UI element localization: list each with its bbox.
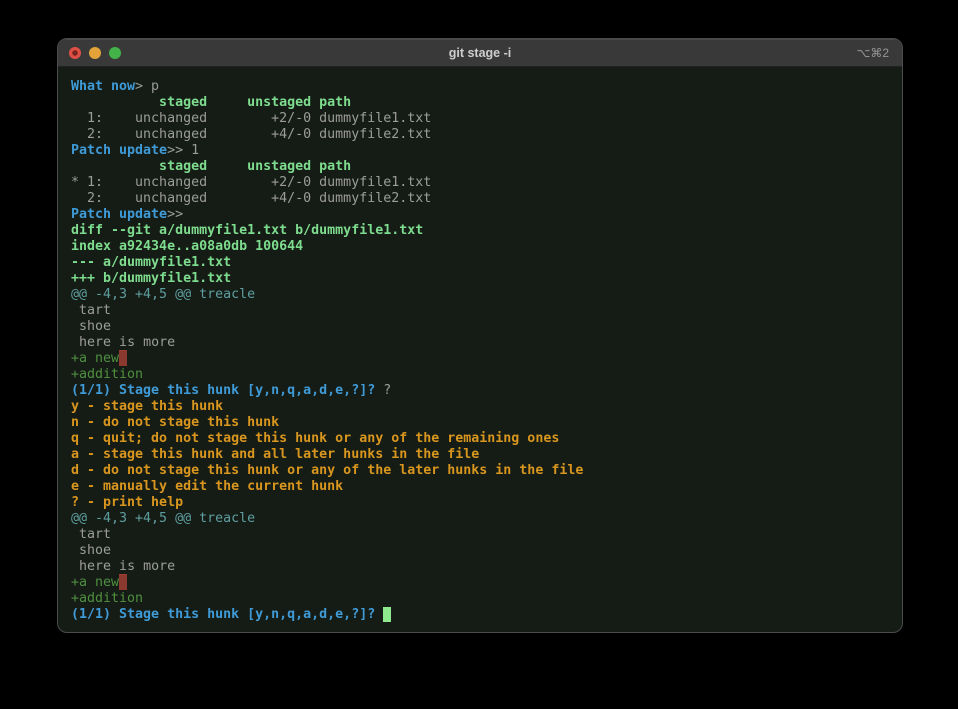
text-segment: ? - print help [71,495,183,510]
text-segment: 1: unchanged +2/-0 dummyfile1.txt [71,111,431,126]
text-segment: tart [71,527,111,542]
terminal-line: Patch update>> 1 [71,143,889,159]
text-segment: n - do not stage this hunk [71,415,279,430]
text-segment: >> [167,207,183,222]
terminal-line: @@ -4,3 +4,5 @@ treacle [71,287,889,303]
text-segment: @@ -4,3 +4,5 @@ treacle [71,511,255,526]
text-segment: d - do not stage this hunk or any of the… [71,463,583,478]
text-segment: shoe [71,319,111,334]
minimize-button[interactable] [89,47,101,59]
text-segment: >> 1 [167,143,199,158]
text-segment: (1/1) Stage this hunk [y,n,q,a,d,e,?]? [71,383,375,398]
terminal-line: 1: unchanged +2/-0 dummyfile1.txt [71,111,889,127]
window-shortcut-badge: ⌥⌘2 [856,46,889,60]
terminal-line: (1/1) Stage this hunk [y,n,q,a,d,e,?]? ? [71,383,889,399]
terminal-line: staged unstaged path [71,95,889,111]
terminal-line: y - stage this hunk [71,399,889,415]
terminal-line: 2: unchanged +4/-0 dummyfile2.txt [71,191,889,207]
terminal-line: here is more [71,559,889,575]
text-segment: here [71,559,119,574]
terminal-line: +addition [71,591,889,607]
terminal-line: e - manually edit the current hunk [71,479,889,495]
text-segment: staged unstaged path [71,95,351,110]
misspell-underline: i [119,335,127,352]
text-segment: * 1: unchanged +2/-0 dummyfile1.txt [71,175,431,190]
terminal-line: --- a/dummyfile1.txt [71,255,889,271]
misspell-underline: i [119,559,127,576]
text-segment: > p [135,79,159,94]
terminal-line: 2: unchanged +4/-0 dummyfile2.txt [71,127,889,143]
text-segment: staged unstaged path [71,159,351,174]
trailing-whitespace-marker [119,575,127,590]
text-segment: tart [71,303,111,318]
text-segment: s more [127,559,175,574]
terminal-line: shoe [71,319,889,335]
text-segment: e - manually edit the current hunk [71,479,343,494]
text-segment: +a new [71,351,119,366]
text-segment: diff --git a/dummyfile1.txt b/dummyfile1… [71,223,423,238]
zoom-button[interactable] [109,47,121,59]
text-segment: What now [71,79,135,94]
text-segment: shoe [71,543,111,558]
text-segment: +++ b/dummyfile1.txt [71,271,231,286]
terminal-content[interactable]: What now> p staged unstaged path 1: unch… [58,67,902,632]
terminal-line: staged unstaged path [71,159,889,175]
terminal-line: a - stage this hunk and all later hunks … [71,447,889,463]
terminal-line: What now> p [71,79,889,95]
text-segment: q - quit; do not stage this hunk or any … [71,431,559,446]
text-segment: Patch update [71,207,167,222]
text-segment: Patch update [71,143,167,158]
terminal-line: +++ b/dummyfile1.txt [71,271,889,287]
terminal-line: tart [71,527,889,543]
text-segment: --- a/dummyfile1.txt [71,255,231,270]
text-segment: here [71,335,119,350]
text-segment: +a new [71,575,119,590]
terminal-line: Patch update>> [71,207,889,223]
terminal-line: * 1: unchanged +2/-0 dummyfile1.txt [71,175,889,191]
terminal-line: ? - print help [71,495,889,511]
terminal-line: tart [71,303,889,319]
block-cursor [383,607,391,622]
terminal-line: n - do not stage this hunk [71,415,889,431]
text-segment: index a92434e..a08a0db 100644 [71,239,303,254]
terminal-line: +a new [71,351,889,367]
window-title: git stage -i [58,46,902,60]
trailing-whitespace-marker [119,351,127,366]
traffic-lights [58,47,121,59]
text-segment: a - stage this hunk and all later hunks … [71,447,479,462]
text-segment: ? [375,383,391,398]
terminal-line: @@ -4,3 +4,5 @@ treacle [71,511,889,527]
text-segment: s more [127,335,175,350]
text-segment: 2: unchanged +4/-0 dummyfile2.txt [71,127,431,142]
terminal-line: index a92434e..a08a0db 100644 [71,239,889,255]
text-segment: (1/1) Stage this hunk [y,n,q,a,d,e,?]? [71,607,383,622]
close-button[interactable] [69,47,81,59]
terminal-line: here is more [71,335,889,351]
text-segment: 2: unchanged +4/-0 dummyfile2.txt [71,191,431,206]
titlebar[interactable]: git stage -i ⌥⌘2 [58,39,902,67]
terminal-line: (1/1) Stage this hunk [y,n,q,a,d,e,?]? [71,607,889,623]
text-segment: y - stage this hunk [71,399,223,414]
text-segment: +addition [71,591,143,606]
text-segment: +addition [71,367,143,382]
terminal-line: +addition [71,367,889,383]
terminal-line: q - quit; do not stage this hunk or any … [71,431,889,447]
terminal-line: +a new [71,575,889,591]
terminal-line: diff --git a/dummyfile1.txt b/dummyfile1… [71,223,889,239]
text-segment: @@ -4,3 +4,5 @@ treacle [71,287,255,302]
terminal-line: d - do not stage this hunk or any of the… [71,463,889,479]
terminal-window: git stage -i ⌥⌘2 What now> p staged unst… [57,38,903,633]
terminal-line: shoe [71,543,889,559]
